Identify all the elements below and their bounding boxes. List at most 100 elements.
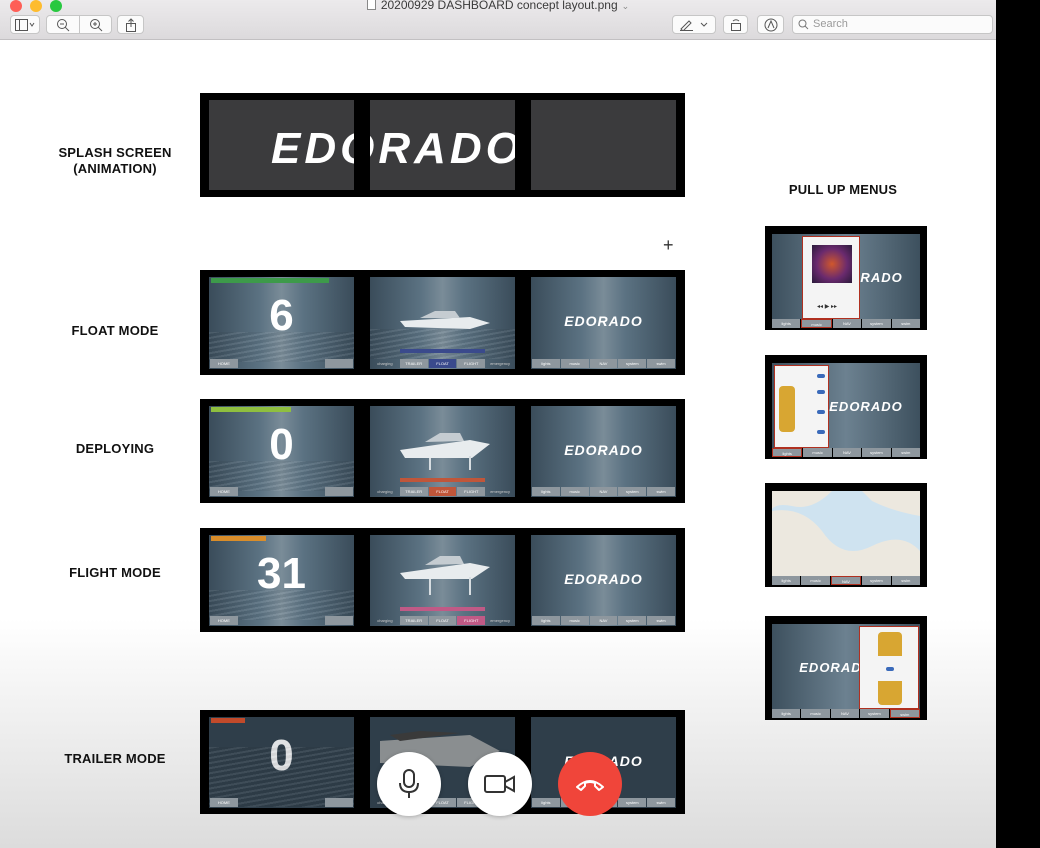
nav-swim[interactable]: swim xyxy=(891,576,921,585)
home-button[interactable]: HOME xyxy=(210,359,238,368)
label-splash-sub: (ANIMATION) xyxy=(73,161,157,176)
nav-system[interactable]: system xyxy=(862,319,891,328)
nav-nav[interactable]: NAV xyxy=(589,359,618,368)
flight-brand-panel: EDORADO lights music NAV system swim xyxy=(531,535,676,626)
end-call-button[interactable] xyxy=(558,752,622,816)
pullup-swim: EDORADO lights music NAV system swim xyxy=(765,616,927,720)
zoom-out-icon xyxy=(57,18,70,31)
annotate-button[interactable] xyxy=(757,15,784,34)
nav-music[interactable]: music xyxy=(560,616,589,625)
nav-system[interactable]: system xyxy=(860,709,889,718)
nav-swim[interactable]: swim xyxy=(647,798,675,807)
nav-nav[interactable]: NAV xyxy=(832,448,862,457)
trailer-mode-button[interactable]: TRAILER xyxy=(399,359,428,368)
home-button[interactable]: HOME xyxy=(210,616,238,625)
nav-music[interactable]: music xyxy=(560,487,589,496)
toggle-switch[interactable] xyxy=(817,390,825,394)
toggle-switch[interactable] xyxy=(817,374,825,378)
pullup-music: EDORADO ◂◂ ▶ ▸▸ lights music NAV system swim xyxy=(765,226,927,330)
document-icon xyxy=(366,0,376,10)
water-texture xyxy=(209,332,354,362)
home-button[interactable]: HOME xyxy=(210,798,238,807)
zoom-out-button[interactable] xyxy=(46,15,80,34)
charging-label: charging xyxy=(377,618,393,623)
sidebar-icon xyxy=(15,18,35,31)
speed-nav: HOME xyxy=(210,487,353,496)
nav-button[interactable] xyxy=(325,798,353,807)
toggle-switch[interactable] xyxy=(817,410,825,414)
toggle-switch[interactable] xyxy=(886,667,894,671)
nav-map[interactable] xyxy=(772,491,920,576)
nav-nav[interactable]: NAV xyxy=(830,709,860,718)
nav-lights[interactable]: lights xyxy=(772,576,801,585)
nav-swim[interactable]: swim xyxy=(889,709,921,718)
rotate-button[interactable] xyxy=(723,15,748,34)
nav-music[interactable]: music xyxy=(801,576,830,585)
toggle-switch[interactable] xyxy=(817,430,825,434)
chevron-down-icon[interactable]: ⌄ xyxy=(622,1,630,11)
bottom-nav: lightsmusicNAVsystemswim xyxy=(532,616,675,625)
flight-mode-button[interactable]: FLIGHT xyxy=(457,359,486,368)
pullup-nav: lights music NAV system swim xyxy=(772,319,921,328)
share-button[interactable] xyxy=(117,15,144,34)
nav-nav[interactable]: NAV xyxy=(589,487,618,496)
nav-button[interactable] xyxy=(325,616,353,625)
nav-swim[interactable]: swim xyxy=(647,487,675,496)
water-texture xyxy=(370,329,515,359)
charging-label: charging xyxy=(377,489,393,494)
nav-nav[interactable]: NAV xyxy=(830,576,862,585)
float-mode-button[interactable]: FLOAT xyxy=(428,616,457,625)
nav-music[interactable]: music xyxy=(801,319,832,328)
home-button[interactable]: HOME xyxy=(210,487,238,496)
nav-swim[interactable]: swim xyxy=(891,448,921,457)
nav-system[interactable]: system xyxy=(618,798,647,807)
camera-button[interactable] xyxy=(468,752,532,816)
nav-lights[interactable]: lights xyxy=(532,616,560,625)
markup-button[interactable] xyxy=(672,15,716,34)
nav-nav[interactable]: NAV xyxy=(832,319,862,328)
nav-swim[interactable]: swim xyxy=(647,616,675,625)
nav-swim[interactable]: swim xyxy=(891,319,921,328)
nav-swim[interactable]: swim xyxy=(647,359,675,368)
preview-window: 20200929 DASHBOARD concept layout.png ⌄ S… xyxy=(0,0,996,848)
nav-nav[interactable]: NAV xyxy=(589,616,618,625)
microphone-button[interactable] xyxy=(377,752,441,816)
search-icon xyxy=(798,19,809,30)
nav-system[interactable]: system xyxy=(618,616,647,625)
nav-lights[interactable]: lights xyxy=(532,359,560,368)
nav-lights[interactable]: lights xyxy=(532,798,560,807)
zoom-in-button[interactable] xyxy=(79,15,112,34)
nav-music[interactable]: music xyxy=(801,709,830,718)
window-title: 20200929 DASHBOARD concept layout.png ⌄ xyxy=(0,0,996,12)
boat-icon xyxy=(400,433,490,470)
nav-button[interactable] xyxy=(325,359,353,368)
search-field[interactable]: Search xyxy=(792,15,993,34)
float-mode-button[interactable]: FLOAT xyxy=(428,359,457,368)
nav-system[interactable]: system xyxy=(618,487,647,496)
flight-mode-button[interactable]: FLIGHT xyxy=(457,616,486,625)
mode-banner xyxy=(400,478,485,482)
nav-lights[interactable]: lights xyxy=(772,709,801,718)
trailer-mode-button[interactable]: TRAILER xyxy=(399,616,428,625)
float-mode-button[interactable]: FLOAT xyxy=(428,487,457,496)
nav-lights[interactable]: lights xyxy=(772,319,801,328)
nav-lights[interactable]: lights xyxy=(532,487,560,496)
nav-system[interactable]: system xyxy=(618,359,647,368)
sidebar-toggle-button[interactable] xyxy=(10,15,40,34)
pullup-lights: EDORADO lights music NAV system swim xyxy=(765,355,927,459)
trailer-mode-button[interactable]: TRAILER xyxy=(399,487,428,496)
pullup-nav: lights music NAV system swim xyxy=(772,576,921,585)
mode-nav: charging TRAILERFLOATFLIGHT emergency xyxy=(371,359,514,368)
player-controls[interactable]: ◂◂ ▶ ▸▸ xyxy=(817,303,837,310)
flight-mode-button[interactable]: FLIGHT xyxy=(457,487,486,496)
label-splash-text: SPLASH SCREEN xyxy=(58,145,172,160)
nav-system[interactable]: system xyxy=(862,448,891,457)
nav-lights[interactable]: lights xyxy=(772,448,803,457)
float-brand-panel: EDORADO lights music NAV system swim xyxy=(531,277,676,369)
nav-music[interactable]: music xyxy=(803,448,832,457)
nav-button[interactable] xyxy=(325,487,353,496)
emergency-label: emergency xyxy=(490,361,510,366)
nav-system[interactable]: system xyxy=(862,576,891,585)
nav-music[interactable]: music xyxy=(560,359,589,368)
